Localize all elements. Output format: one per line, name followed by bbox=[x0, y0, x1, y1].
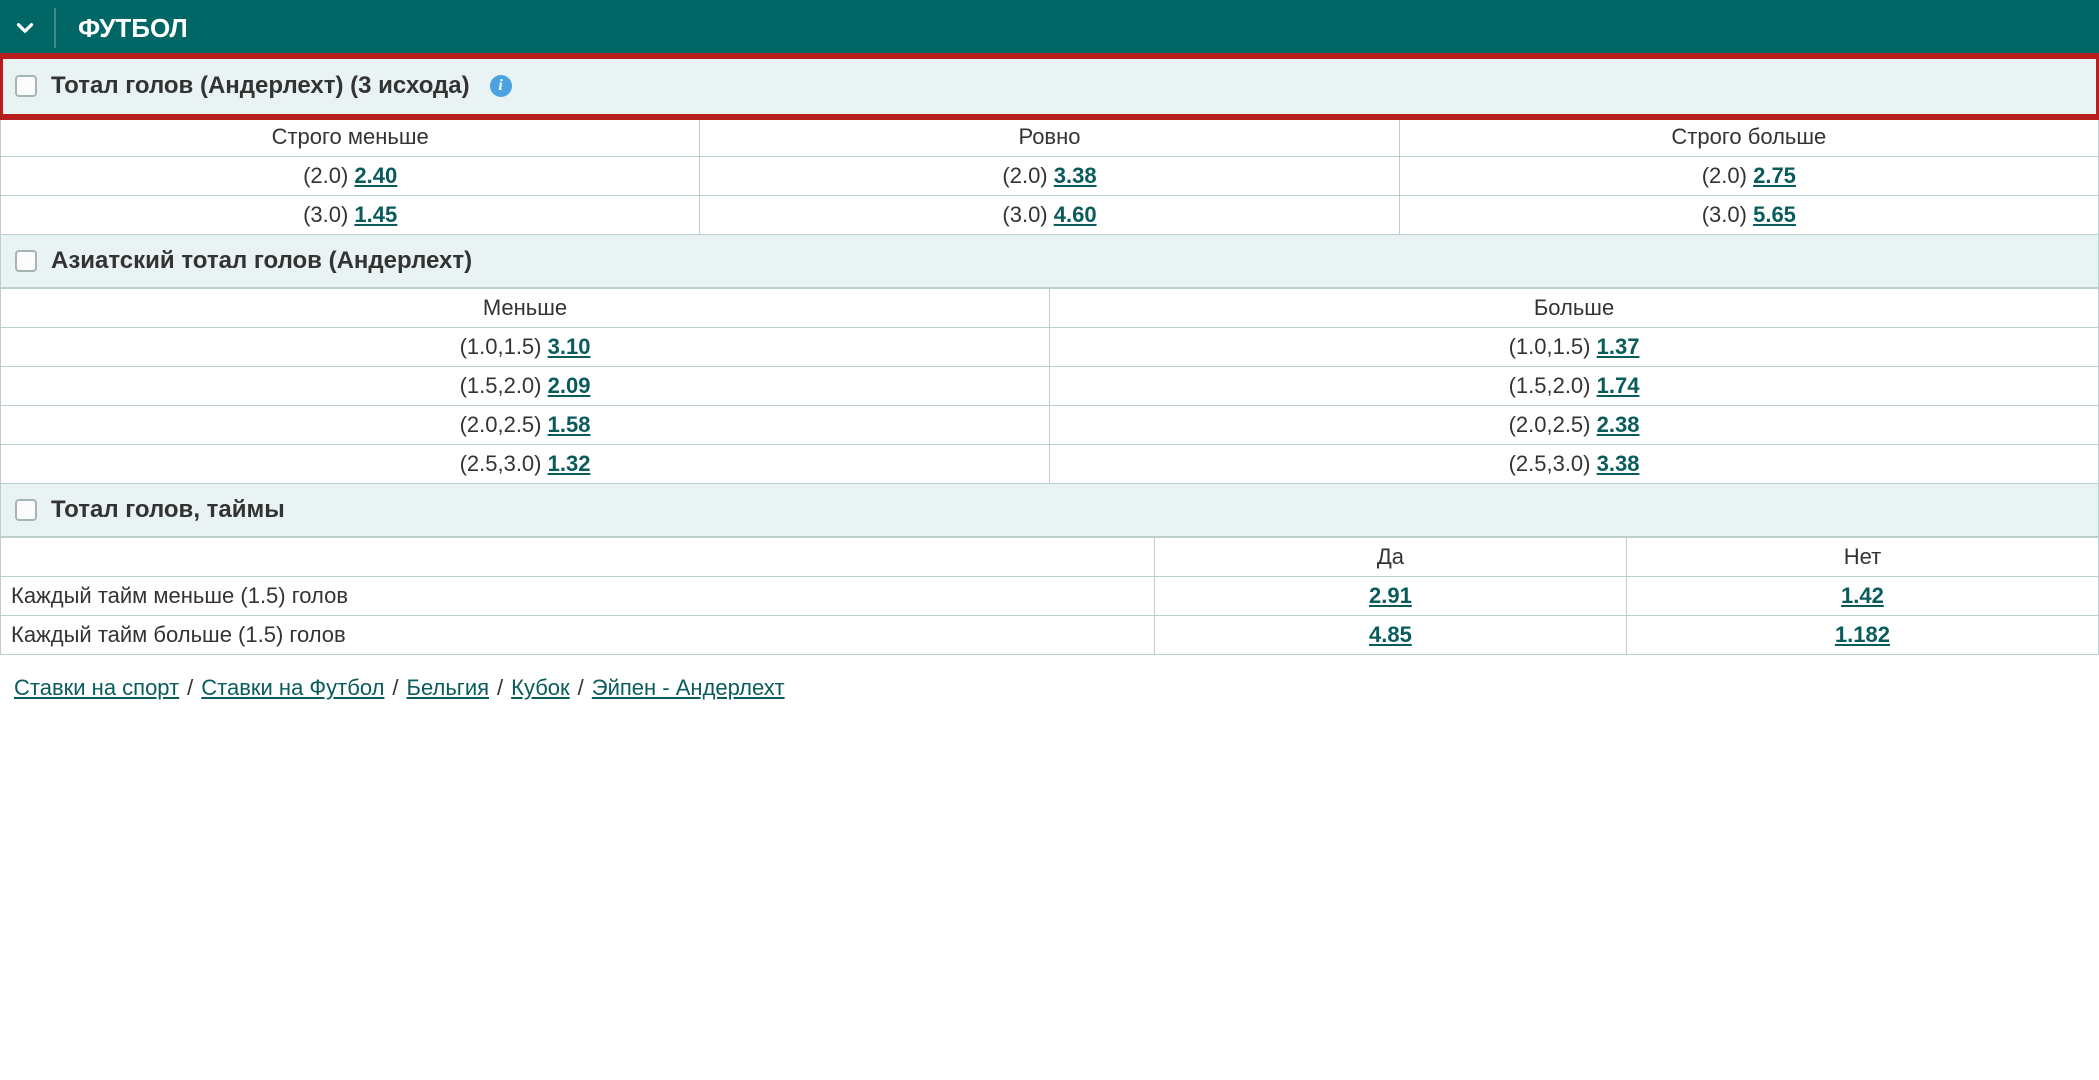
table-row: Каждый тайм меньше (1.5) голов 2.91 1.42 bbox=[1, 577, 2099, 616]
odds-label: (1.5,2.0) bbox=[1509, 373, 1597, 398]
table-asian-total: Меньше Больше (1.0,1.5) 3.10(1.0,1.5) 1.… bbox=[0, 288, 2099, 484]
odds-cell[interactable]: (1.0,1.5) 3.10 bbox=[1, 328, 1050, 367]
chevron-down-icon[interactable] bbox=[12, 15, 38, 41]
table-total-goals: Строго меньше Ровно Строго больше (2.0) … bbox=[0, 117, 2099, 235]
col-yes: Да bbox=[1154, 538, 1626, 577]
odds-cell[interactable]: (1.0,1.5) 1.37 bbox=[1050, 328, 2099, 367]
odds-cell[interactable]: (2.0) 3.38 bbox=[700, 157, 1399, 196]
odds-value[interactable]: 1.74 bbox=[1597, 373, 1640, 398]
odds-value[interactable]: 2.38 bbox=[1597, 412, 1640, 437]
odds-value[interactable]: 3.38 bbox=[1054, 163, 1097, 188]
odds-value[interactable]: 1.32 bbox=[548, 451, 591, 476]
odds-cell[interactable]: (3.0) 4.60 bbox=[700, 196, 1399, 235]
section-title: Тотал голов, таймы bbox=[51, 496, 285, 524]
section-title: Тотал голов (Андерлехт) (3 исхода) bbox=[51, 72, 470, 100]
odds-cell[interactable]: 4.85 bbox=[1154, 616, 1626, 655]
odds-cell[interactable]: (1.5,2.0) 2.09 bbox=[1, 367, 1050, 406]
breadcrumb-separator: / bbox=[489, 675, 511, 700]
odds-value[interactable]: 2.40 bbox=[354, 163, 397, 188]
odds-value[interactable]: 1.37 bbox=[1597, 334, 1640, 359]
odds-cell[interactable]: (2.0) 2.75 bbox=[1399, 157, 2098, 196]
odds-label: (1.0,1.5) bbox=[1509, 334, 1597, 359]
odds-label: (1.5,2.0) bbox=[460, 373, 548, 398]
odds-value[interactable]: 1.42 bbox=[1841, 583, 1884, 608]
odds-label: (2.0) bbox=[303, 163, 354, 188]
odds-value[interactable]: 2.09 bbox=[548, 373, 591, 398]
table-row: (2.0,2.5) 1.58(2.0,2.5) 2.38 bbox=[1, 406, 2099, 445]
table-row: (3.0) 1.45(3.0) 4.60(3.0) 5.65 bbox=[1, 196, 2099, 235]
odds-cell[interactable]: 1.42 bbox=[1626, 577, 2098, 616]
col-exact: Ровно bbox=[700, 118, 1399, 157]
odds-cell[interactable]: (2.5,3.0) 1.32 bbox=[1, 445, 1050, 484]
odds-cell[interactable]: (3.0) 5.65 bbox=[1399, 196, 2098, 235]
info-icon[interactable]: i bbox=[490, 75, 512, 97]
odds-value[interactable]: 3.10 bbox=[548, 334, 591, 359]
odds-cell[interactable]: (3.0) 1.45 bbox=[1, 196, 700, 235]
odds-value[interactable]: 4.85 bbox=[1369, 622, 1412, 647]
section-checkbox[interactable] bbox=[15, 499, 37, 521]
odds-value[interactable]: 5.65 bbox=[1753, 202, 1796, 227]
col-no: Нет bbox=[1626, 538, 2098, 577]
odds-label: (2.0,2.5) bbox=[1509, 412, 1597, 437]
row-label: Каждый тайм больше (1.5) голов bbox=[1, 616, 1155, 655]
table-total-halves: Да Нет Каждый тайм меньше (1.5) голов 2.9… bbox=[0, 537, 2099, 655]
breadcrumb-link[interactable]: Ставки на Футбол bbox=[201, 675, 384, 700]
section-checkbox[interactable] bbox=[15, 75, 37, 97]
col-over: Строго больше bbox=[1399, 118, 2098, 157]
breadcrumb-link[interactable]: Бельгия bbox=[407, 675, 489, 700]
sport-header: ФУТБОЛ bbox=[0, 0, 2099, 56]
odds-label: (3.0) bbox=[1702, 202, 1753, 227]
section-checkbox[interactable] bbox=[15, 250, 37, 272]
odds-label: (2.5,3.0) bbox=[460, 451, 548, 476]
section-asian-total[interactable]: Азиатский тотал голов (Андерлехт) bbox=[0, 235, 2099, 288]
table-row: (2.0) 2.40(2.0) 3.38(2.0) 2.75 bbox=[1, 157, 2099, 196]
sport-title: ФУТБОЛ bbox=[78, 13, 188, 44]
breadcrumb-separator: / bbox=[570, 675, 592, 700]
odds-cell[interactable]: (2.0) 2.40 bbox=[1, 157, 700, 196]
odds-value[interactable]: 2.91 bbox=[1369, 583, 1412, 608]
breadcrumb-link[interactable]: Ставки на спорт bbox=[14, 675, 179, 700]
table-row: (2.5,3.0) 1.32(2.5,3.0) 3.38 bbox=[1, 445, 2099, 484]
odds-cell[interactable]: (2.0,2.5) 2.38 bbox=[1050, 406, 2099, 445]
vertical-divider bbox=[54, 8, 56, 48]
odds-label: (3.0) bbox=[303, 202, 354, 227]
col-over: Больше bbox=[1050, 289, 2099, 328]
odds-value[interactable]: 1.58 bbox=[548, 412, 591, 437]
odds-cell[interactable]: 2.91 bbox=[1154, 577, 1626, 616]
breadcrumb: Ставки на спорт/Ставки на Футбол/Бельгия… bbox=[0, 655, 2099, 713]
odds-value[interactable]: 3.38 bbox=[1597, 451, 1640, 476]
odds-cell[interactable]: (2.0,2.5) 1.58 bbox=[1, 406, 1050, 445]
section-title: Азиатский тотал голов (Андерлехт) bbox=[51, 247, 472, 275]
odds-label: (2.0) bbox=[1702, 163, 1753, 188]
col-under: Меньше bbox=[1, 289, 1050, 328]
odds-value[interactable]: 1.182 bbox=[1835, 622, 1890, 647]
breadcrumb-separator: / bbox=[384, 675, 406, 700]
odds-label: (2.0) bbox=[1002, 163, 1053, 188]
table-row: (1.0,1.5) 3.10(1.0,1.5) 1.37 bbox=[1, 328, 2099, 367]
odds-value[interactable]: 2.75 bbox=[1753, 163, 1796, 188]
odds-cell[interactable]: (2.5,3.0) 3.38 bbox=[1050, 445, 2099, 484]
table-row: Каждый тайм больше (1.5) голов 4.85 1.182 bbox=[1, 616, 2099, 655]
odds-value[interactable]: 1.45 bbox=[354, 202, 397, 227]
odds-cell[interactable]: 1.182 bbox=[1626, 616, 2098, 655]
breadcrumb-link[interactable]: Эйпен - Андерлехт bbox=[592, 675, 785, 700]
odds-cell[interactable]: (1.5,2.0) 1.74 bbox=[1050, 367, 2099, 406]
col-blank bbox=[1, 538, 1155, 577]
odds-label: (2.5,3.0) bbox=[1509, 451, 1597, 476]
table-row: (1.5,2.0) 2.09(1.5,2.0) 1.74 bbox=[1, 367, 2099, 406]
odds-label: (3.0) bbox=[1002, 202, 1053, 227]
section-total-halves[interactable]: Тотал голов, таймы bbox=[0, 484, 2099, 537]
col-under: Строго меньше bbox=[1, 118, 700, 157]
odds-label: (1.0,1.5) bbox=[460, 334, 548, 359]
row-label: Каждый тайм меньше (1.5) голов bbox=[1, 577, 1155, 616]
odds-label: (2.0,2.5) bbox=[460, 412, 548, 437]
odds-value[interactable]: 4.60 bbox=[1054, 202, 1097, 227]
breadcrumb-separator: / bbox=[179, 675, 201, 700]
section-total-goals[interactable]: Тотал голов (Андерлехт) (3 исхода) i bbox=[0, 56, 2099, 117]
breadcrumb-link[interactable]: Кубок bbox=[511, 675, 570, 700]
